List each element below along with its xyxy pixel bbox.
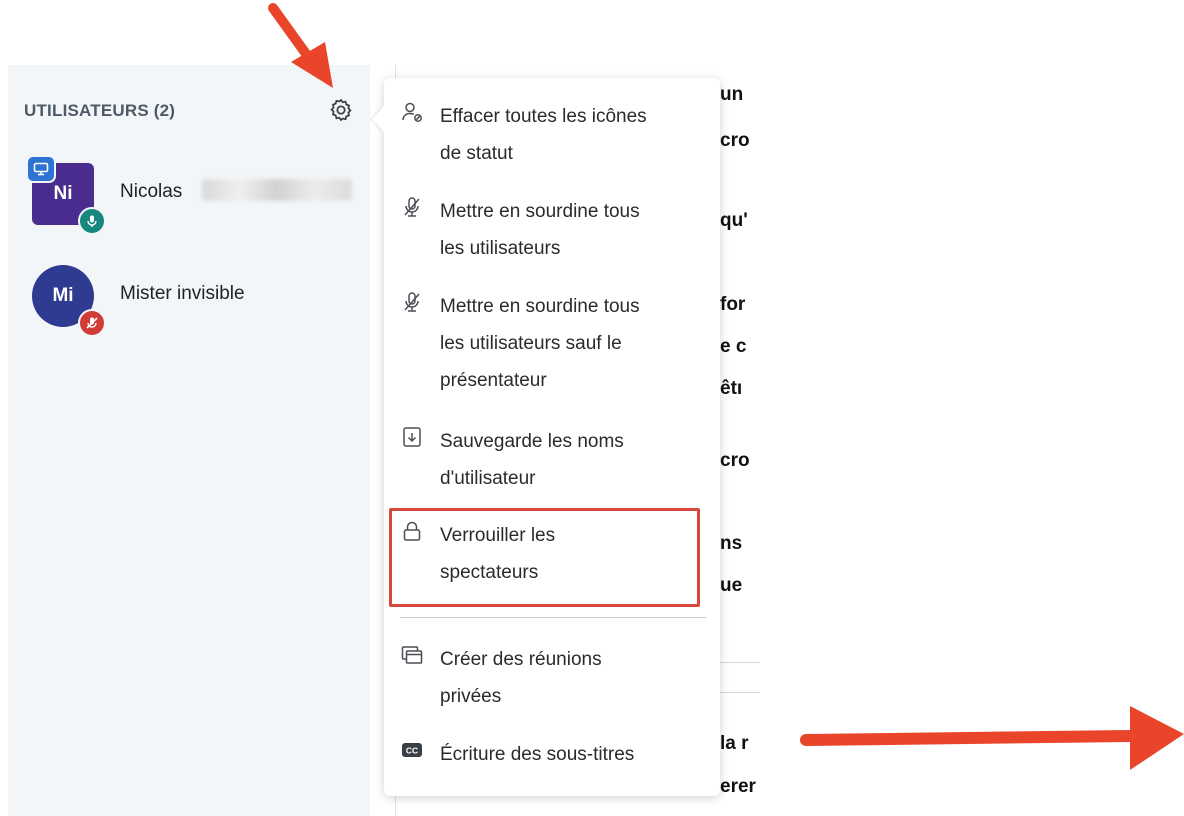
users-sidebar: UTILISATEURS (2) Ni Nicolas Mi Mister in… — [8, 65, 370, 816]
users-list-title: UTILISATEURS (2) — [24, 101, 176, 120]
content-text: e c — [720, 336, 747, 357]
closed-captions-icon: CC — [402, 743, 422, 757]
mic-off-icon — [404, 197, 420, 217]
menu-item-clear-status[interactable]: Effacer toutes les icônes de statut — [396, 98, 706, 172]
user-options-menu: Effacer toutes les icônes de statut Mett… — [372, 78, 720, 796]
menu-item-captions[interactable]: CC Écriture des sous-titres — [396, 736, 706, 773]
annotation-arrow — [268, 3, 333, 88]
mic-off-icon — [404, 292, 420, 312]
menu-item-mute-all-except-presenter[interactable]: Mettre en sourdine tous les utilisateurs… — [396, 288, 706, 399]
annotation-arrow — [800, 706, 1184, 770]
user-name: Nicolas — [120, 181, 183, 202]
content-text: erer — [720, 776, 756, 797]
content-text: ue — [720, 575, 743, 596]
menu-item-save-user-names[interactable]: Sauvegarde les noms d'utilisateur — [396, 423, 706, 497]
menu-item-mute-all[interactable]: Mettre en sourdine tous les utilisateurs — [396, 193, 706, 267]
download-file-icon — [403, 427, 421, 447]
menu-item-breakout-rooms[interactable]: Créer des réunions privées — [396, 641, 706, 715]
content-divider — [720, 662, 760, 663]
mic-icon — [87, 215, 97, 227]
user-list-item[interactable]: Mi Mister invisible — [32, 265, 352, 337]
menu-separator — [400, 617, 706, 618]
content-divider — [720, 692, 760, 693]
presentation-icon — [33, 162, 49, 176]
content-text: ns — [720, 533, 743, 554]
breakout-rooms-icon — [401, 646, 423, 664]
lock-icon — [403, 521, 421, 541]
gear-icon — [330, 98, 352, 122]
menu-pointer — [372, 106, 384, 132]
mic-status-badge — [78, 207, 106, 235]
content-text: for — [720, 294, 746, 315]
presenter-badge — [26, 155, 56, 183]
menu-item-lock-viewers[interactable]: Verrouiller les spectateurs — [396, 517, 706, 591]
content-text: êtı — [720, 378, 743, 399]
content-text: un — [720, 84, 744, 105]
redacted-surname — [202, 179, 352, 201]
user-status-icon — [402, 102, 422, 122]
mic-status-badge — [78, 309, 106, 337]
content-text: la r — [720, 733, 749, 754]
content-text: cro — [720, 450, 750, 471]
user-name: Mister invisible — [120, 283, 245, 304]
svg-text:CC: CC — [406, 746, 418, 756]
content-text: cro — [720, 130, 750, 151]
user-list-item[interactable]: Ni Nicolas — [26, 155, 352, 235]
content-text: qu' — [720, 210, 748, 231]
mic-off-icon — [86, 317, 98, 329]
